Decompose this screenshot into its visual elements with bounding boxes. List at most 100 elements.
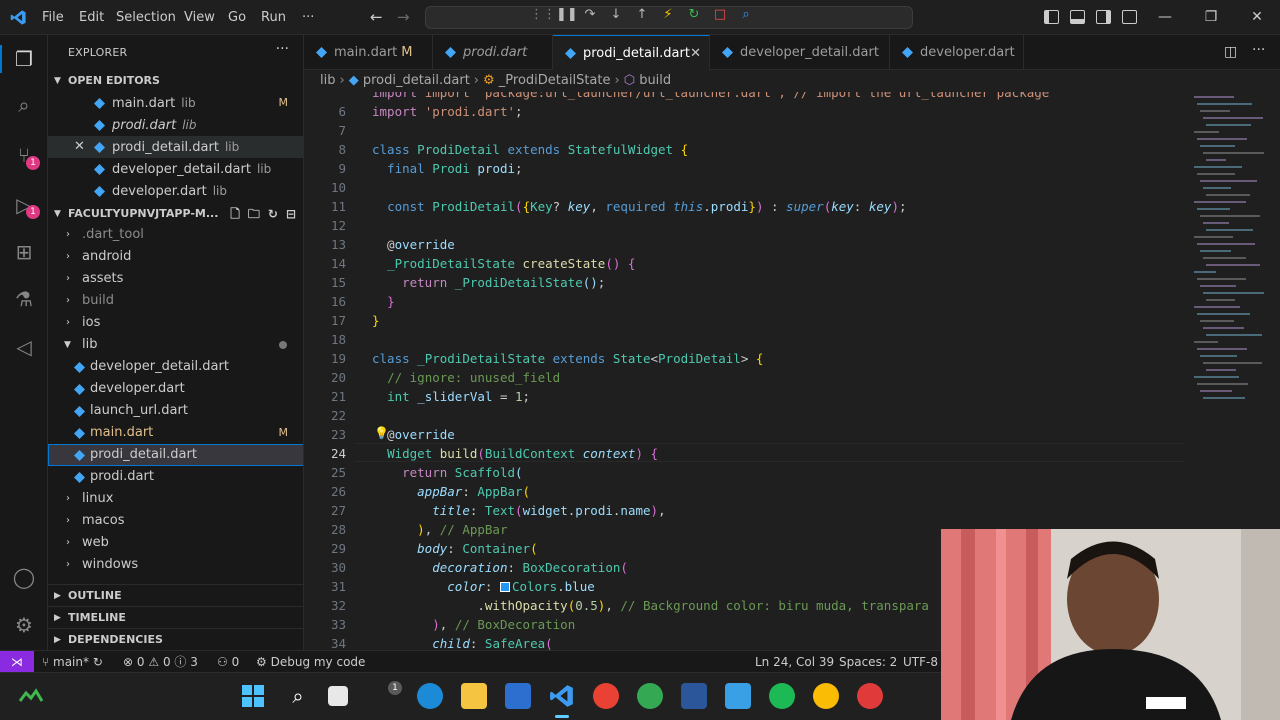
cursor-position[interactable]: Ln 24, Col 39 [755,651,834,673]
inspect-icon[interactable]: ⌕ [738,7,754,23]
menu-go[interactable]: Go [221,0,253,35]
restart-icon[interactable]: ↻ [686,7,702,23]
breadcrumb-item[interactable]: _ProdiDetailState [499,73,611,88]
step-over-icon[interactable]: ↷ [582,7,598,23]
tree-file[interactable]: developer.dart [48,378,303,400]
tab-developer-dart[interactable]: developer.dart [890,35,1024,70]
task-view-icon[interactable] [328,686,348,706]
menu-file[interactable]: File [35,0,71,35]
tree-folder[interactable]: › assets [48,268,303,290]
menu-selection[interactable]: Selection [109,0,183,35]
problems-status[interactable]: ⊗ 0 ⚠ 0 ⓘ 3 [123,651,198,673]
word-icon[interactable] [681,683,707,709]
tree-file[interactable]: main.dart M [48,422,303,444]
chrome-icon[interactable] [593,683,619,709]
tree-file[interactable]: developer_detail.dart [48,356,303,378]
timeline-header[interactable]: ▶ TIMELINE [48,606,303,628]
open-editor-item[interactable]: developer_detail.dart lib [48,158,303,180]
tree-folder[interactable]: › linux [48,488,303,510]
back-arrow-icon[interactable]: ← [370,8,383,26]
encoding-status[interactable]: UTF-8 [903,651,938,673]
toggle-secondary-sidebar-icon[interactable] [1096,10,1111,24]
breadcrumb-item[interactable]: build [639,73,671,88]
close-window-icon[interactable]: ✕ [1234,0,1280,35]
minimize-icon[interactable]: — [1142,0,1188,35]
tab-main-dart[interactable]: main.dart M [304,35,433,70]
explorer-icon[interactable]: ❐ [12,47,36,71]
obs-icon[interactable] [857,683,883,709]
customize-layout-icon[interactable] [1122,10,1137,24]
tree-file-selected[interactable]: prodi_detail.dart [48,444,303,466]
menu-run[interactable]: Run [254,0,293,35]
tree-folder[interactable]: › macos [48,510,303,532]
tree-file[interactable]: launch_url.dart [48,400,303,422]
toggle-panel-icon[interactable] [1070,10,1085,24]
tree-file[interactable]: prodi.dart [48,466,303,488]
close-icon[interactable]: ✕ [74,136,85,158]
dependencies-header[interactable]: ▶ DEPENDENCIES [48,628,303,650]
store-icon[interactable] [505,683,531,709]
outline-header[interactable]: ▶ OUTLINE [48,584,303,606]
toggle-sidebar-icon[interactable] [1044,10,1059,24]
split-editor-icon[interactable]: ◫ [1224,44,1237,60]
tree-folder-open[interactable]: ▼ lib [48,334,303,356]
tree-folder[interactable]: › android [48,246,303,268]
collapse-all-icon[interactable]: ⊟ [286,203,296,225]
forward-arrow-icon[interactable]: → [397,8,410,26]
file-explorer-icon[interactable] [461,683,487,709]
open-editor-item[interactable]: prodi.dart lib [48,114,303,136]
tab-prodi-dart[interactable]: prodi.dart [433,35,553,70]
new-file-icon[interactable]: 🗋 [230,203,240,225]
open-editors-header[interactable]: ▼ OPEN EDITORS [48,70,303,92]
hot-reload-icon[interactable]: ⚡ [660,7,676,23]
step-into-icon[interactable]: ↓ [608,7,624,23]
tree-folder[interactable]: › build [48,290,303,312]
open-editor-item[interactable]: main.dart lib M [48,92,303,114]
tab-close-icon[interactable]: ✕ [690,36,701,71]
menu-edit[interactable]: Edit [72,0,111,35]
explorer-more-icon[interactable]: ··· [276,41,289,57]
search-icon[interactable]: ⌕ [285,683,311,709]
vscode-taskbar-icon[interactable] [549,683,575,709]
maximize-icon[interactable]: ❐ [1188,0,1234,35]
edge-icon[interactable] [417,683,443,709]
pause-icon[interactable]: ❚❚ [556,7,578,23]
color-swatch[interactable] [499,582,510,592]
chrome-profile-icon[interactable] [637,683,663,709]
notepad-icon[interactable] [725,683,751,709]
extensions-icon[interactable]: ⊞ [12,240,36,264]
account-icon[interactable]: ◯ [12,565,36,589]
indentation-status[interactable]: Spaces: 2 [839,651,897,673]
step-out-icon[interactable]: ↑ [634,7,650,23]
tab-prodi-detail-dart[interactable]: prodi_detail.dart ✕ [553,35,710,70]
refresh-icon[interactable]: ↻ [268,203,278,225]
open-editor-item[interactable]: developer.dart lib [48,180,303,202]
branch-status[interactable]: ⑂ main* ↻ [42,651,103,673]
menu-more[interactable]: ··· [295,0,321,35]
widgets-icon[interactable] [18,687,44,705]
project-header[interactable]: ▼ FACULTYUPNVJTAPP-M... 🗋 🗀 ↻ ⊟ [48,203,303,225]
tree-folder[interactable]: › ios [48,312,303,334]
manage-gear-icon[interactable]: ⚙ [12,613,36,637]
search-icon[interactable]: ⌕ [12,93,36,117]
start-icon[interactable] [240,683,266,709]
flutter-icon[interactable]: ◁ [12,335,36,359]
ports-status[interactable]: ⚇ 0 [217,651,239,673]
testing-icon[interactable]: ⚗ [12,287,36,311]
remote-indicator-icon[interactable]: ⋊ [0,651,34,673]
more-actions-icon[interactable]: ··· [1252,42,1265,58]
stop-icon[interactable]: □ [712,7,728,23]
open-editor-item-active[interactable]: ✕ prodi_detail.dart lib [48,136,303,158]
debug-status[interactable]: ⚙ Debug my code [256,651,365,673]
new-folder-icon[interactable]: 🗀 [248,203,260,225]
menu-view[interactable]: View [177,0,222,35]
tab-developer-detail-dart[interactable]: developer_detail.dart [710,35,890,70]
drag-handle-icon[interactable]: ⋮⋮ [530,7,556,23]
tree-folder[interactable]: › windows [48,554,303,576]
chrome-alt-icon[interactable] [813,683,839,709]
tree-folder[interactable]: › .dart_tool [48,224,303,246]
tree-folder[interactable]: › web [48,532,303,554]
breadcrumb-item[interactable]: lib [320,73,335,88]
spotify-icon[interactable] [769,683,795,709]
breadcrumb-item[interactable]: prodi_detail.dart [363,73,470,88]
